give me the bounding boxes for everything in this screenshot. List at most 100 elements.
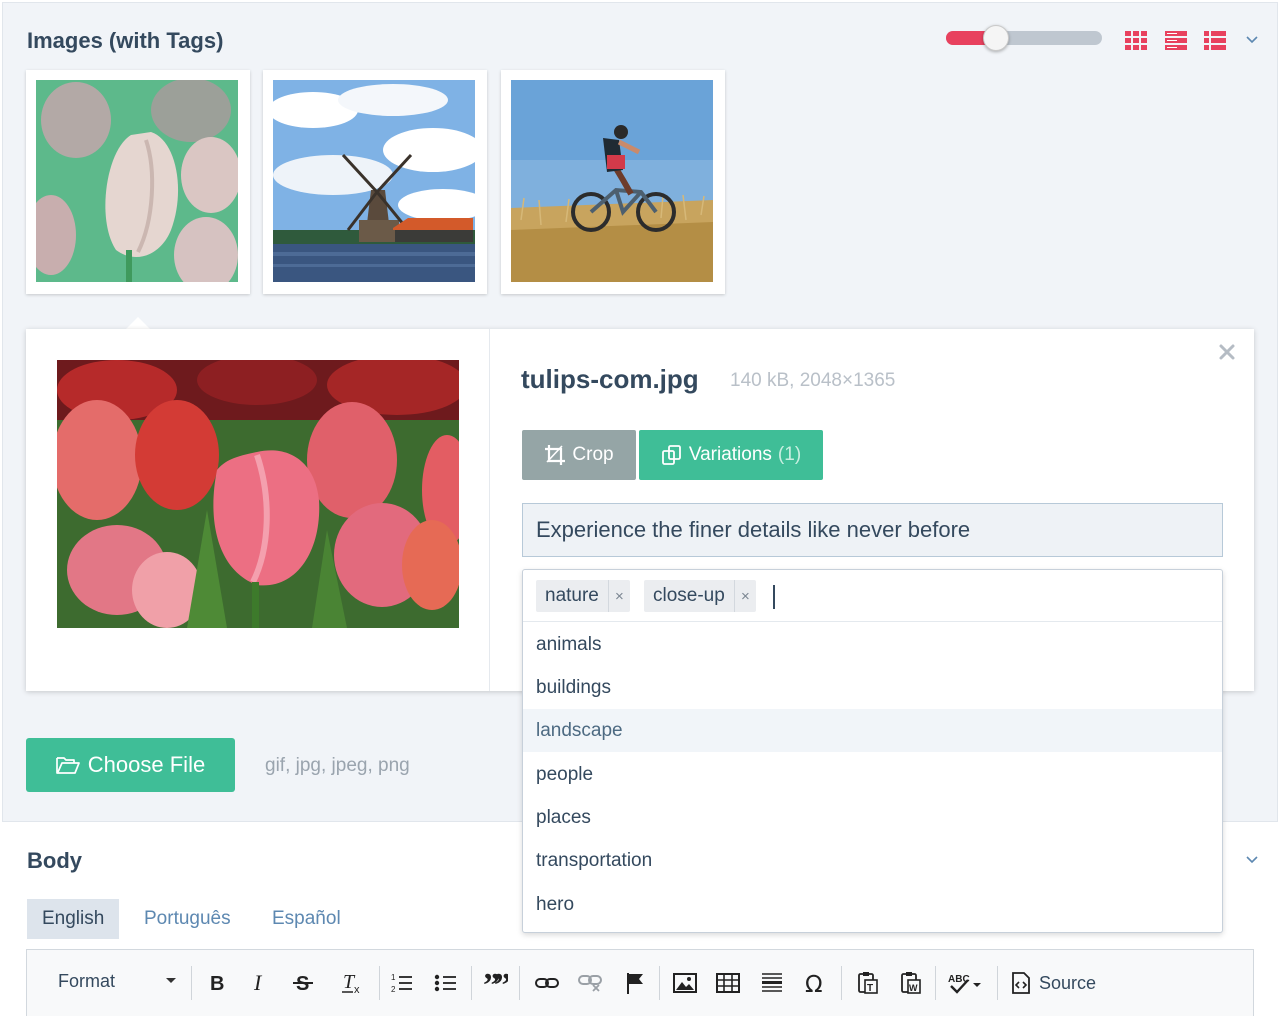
tag-label: close-up [653, 585, 725, 606]
toolbar-separator [519, 966, 520, 1000]
paste-text-button[interactable]: T [853, 968, 883, 998]
variations-icon [661, 445, 681, 465]
svg-text:2: 2 [391, 985, 396, 994]
choose-file-button[interactable]: Choose File [26, 738, 235, 792]
file-name: tulips-com.jpg [521, 364, 699, 394]
language-tab-english[interactable]: English [27, 899, 120, 939]
paste-text-icon: T [858, 972, 878, 994]
italic-button[interactable]: I [244, 968, 274, 998]
source-button[interactable]: Source [1011, 968, 1096, 998]
tag-selector[interactable]: nature × close-up × animals buildings la… [522, 569, 1223, 933]
slider-handle[interactable] [983, 25, 1009, 51]
horizontal-line-icon [762, 973, 782, 992]
caption-input[interactable] [522, 503, 1223, 557]
bulleted-list-button[interactable] [431, 968, 461, 998]
suggestion-option[interactable]: animals [523, 623, 1222, 666]
toolbar-separator [841, 966, 842, 1000]
svg-text:Ω: Ω [805, 972, 823, 995]
bold-button[interactable]: B [201, 968, 231, 998]
svg-text:B: B [210, 973, 224, 993]
remove-format-button[interactable]: Tx [337, 968, 367, 998]
body-section-title: Body [27, 848, 82, 873]
remove-tag-icon[interactable]: × [733, 580, 756, 612]
selected-tags-row[interactable]: nature × close-up × [523, 570, 1222, 622]
anchor-button[interactable] [620, 968, 650, 998]
toolbar-separator [659, 966, 660, 1000]
horizontal-line-button[interactable] [757, 968, 787, 998]
tag-chip-close-up: close-up × [644, 580, 756, 612]
paste-word-button[interactable]: W [896, 968, 926, 998]
close-detail-icon[interactable] [1218, 343, 1236, 361]
quote-icon: ”” [483, 972, 508, 994]
image-icon [673, 973, 697, 993]
unlink-button[interactable] [575, 968, 605, 998]
flag-icon [627, 973, 643, 994]
numbered-list-icon: 12 [391, 973, 412, 994]
tulips-preview-image [57, 360, 459, 628]
bold-icon: B [210, 973, 224, 993]
toolbar-separator [997, 966, 998, 1000]
thumbnail-windmill[interactable] [263, 70, 487, 294]
collapse-body-chevron-icon[interactable] [1244, 851, 1260, 867]
unlink-icon [578, 975, 602, 992]
thumbnail-size-slider[interactable] [946, 25, 1102, 51]
link-icon [535, 978, 559, 988]
table-icon [716, 973, 740, 993]
strikethrough-button[interactable]: S [288, 968, 318, 998]
svg-text:T: T [867, 983, 873, 994]
svg-text:I: I [253, 973, 263, 993]
svg-text:x: x [354, 984, 360, 995]
italic-icon: I [253, 973, 263, 993]
allowed-file-types: gif, jpg, jpeg, png [265, 755, 410, 776]
editor-toolbar: Format B I S Tx 12 ”” [26, 949, 1254, 1016]
blockquote-button[interactable]: ”” [480, 968, 510, 998]
insert-image-button[interactable] [670, 968, 700, 998]
suggestion-option[interactable]: people [523, 753, 1222, 796]
windmill-thumbnail-image [273, 80, 475, 282]
detail-divider [489, 329, 490, 691]
cyclist-thumbnail-image [511, 80, 713, 282]
suggestion-option[interactable]: transportation [523, 839, 1222, 882]
tag-label: nature [545, 585, 599, 606]
language-tab-espanol[interactable]: Español [257, 899, 356, 939]
link-button[interactable] [532, 968, 562, 998]
toolbar-separator [471, 966, 472, 1000]
tulips-thumbnail-image [36, 80, 238, 282]
suggestion-option[interactable]: hero [523, 883, 1222, 926]
toolbar-separator [935, 966, 936, 1000]
special-character-button[interactable]: Ω [801, 968, 831, 998]
format-dropdown-arrow-icon[interactable] [166, 978, 176, 983]
variations-button[interactable]: Variations (1) [639, 430, 823, 480]
suggestion-option-highlighted[interactable]: landscape [523, 709, 1222, 752]
thumbnail-cyclist[interactable] [501, 70, 725, 294]
suggestion-option[interactable]: places [523, 796, 1222, 839]
tag-chip-nature: nature × [536, 580, 630, 612]
numbered-list-button[interactable]: 12 [387, 968, 417, 998]
format-dropdown[interactable]: Format [58, 971, 115, 992]
svg-text:1: 1 [391, 973, 396, 982]
insert-table-button[interactable] [713, 968, 743, 998]
spellcheck-icon: ABC [948, 974, 981, 994]
collapse-images-chevron-icon[interactable] [1244, 31, 1260, 47]
list-view-icon[interactable] [1164, 28, 1188, 52]
file-meta: 140 kB, 2048×1365 [730, 370, 896, 391]
grid-view-icon[interactable] [1124, 28, 1148, 52]
strikethrough-icon: S [293, 973, 313, 994]
images-section-title: Images (with Tags) [27, 28, 224, 53]
source-label: Source [1039, 972, 1097, 993]
svg-text:W: W [909, 983, 918, 993]
remove-tag-icon[interactable]: × [607, 580, 630, 612]
omega-icon: Ω [805, 972, 823, 995]
bulleted-list-icon [434, 974, 456, 992]
paste-word-icon: W [901, 972, 921, 994]
crop-button[interactable]: Crop [522, 430, 636, 480]
variations-count: (1) [777, 444, 802, 465]
detail-list-view-icon[interactable] [1203, 28, 1227, 52]
language-tab-portugues[interactable]: Português [129, 899, 246, 939]
toolbar-separator [191, 966, 192, 1000]
suggestion-option[interactable]: buildings [523, 666, 1222, 709]
thumbnail-tulips[interactable] [26, 70, 250, 294]
choose-file-label: Choose File [87, 752, 206, 777]
spellcheck-dropdown[interactable]: ABC [945, 968, 985, 998]
remove-format-icon: Tx [342, 971, 360, 995]
